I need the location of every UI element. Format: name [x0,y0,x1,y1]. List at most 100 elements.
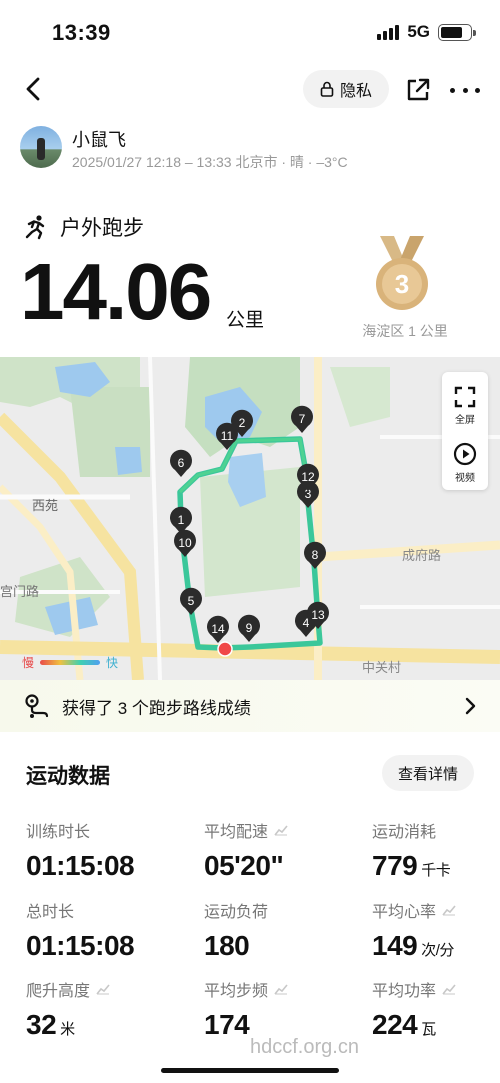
svg-text:6: 6 [178,456,185,470]
trend-chart-icon[interactable] [442,904,456,916]
stat-item: 总时长 01:15:08 [26,898,135,962]
battery-icon [438,23,476,41]
stat-label: 爬升高度 [26,977,110,1001]
view-details-button[interactable]: 查看详情 [382,755,474,791]
status-bar: 13:39 5G [0,0,500,64]
stat-value: 180 [204,930,250,961]
stat-unit: 米 [60,1021,75,1038]
stat-item: 平均步频 174 [204,977,288,1041]
stat-label: 运动负荷 [204,904,269,921]
start-point-marker [217,641,233,657]
svg-text:1: 1 [178,513,185,527]
privacy-label: 隐私 [339,83,372,100]
stat-label: 总时长 [26,904,75,921]
user-name: 小鼠飞 [72,130,126,150]
svg-text:13: 13 [311,608,325,622]
stat-label: 训练时长 [26,824,91,841]
achievement-banner[interactable]: 获得了 3 个跑步路线成绩 [0,680,500,732]
trend-chart-icon[interactable] [274,824,288,836]
running-icon [25,215,45,240]
status-right: 5G [377,22,476,42]
stat-value: 32 米 [26,1009,75,1040]
route-marker-6[interactable]: 6 [170,449,193,477]
stat-unit: 千卡 [421,862,451,879]
fullscreen-icon [454,386,476,408]
svg-text:9: 9 [246,621,253,635]
distance-unit: 公里 [226,310,265,331]
stat-label: 平均心率 [372,898,456,922]
chevron-right-icon [465,697,476,715]
achievement-text: 获得了 3 个跑步路线成绩 [62,698,251,718]
top-nav: 隐私 [0,70,500,110]
stat-value: 01:15:08 [26,850,135,881]
stat-label: 平均功率 [372,977,456,1001]
route-marker-1[interactable]: 1 [170,506,193,534]
legend-fast: 快 [106,656,119,670]
video-button[interactable]: 视频 [442,442,488,484]
trend-chart-icon[interactable] [274,983,288,995]
avatar[interactable] [20,126,62,168]
share-icon[interactable] [404,76,432,104]
route-pin-icon [25,694,49,718]
fullscreen-button[interactable]: 全屏 [442,386,488,426]
stat-value: 01:15:08 [26,930,135,961]
privacy-button[interactable]: 隐私 [303,70,389,108]
stat-label: 平均配速 [204,818,288,842]
svg-text:3: 3 [395,269,409,299]
network-type: 5G [407,22,430,41]
stat-item: 运动负荷 180 [204,898,268,962]
fullscreen-label: 全屏 [455,415,475,426]
watermark: hdccf.org.cn [250,1036,359,1058]
activity-meta: 2025/01/27 12:18 – 13:33 北京市 · 晴 · –3°C [72,154,348,170]
route-layer: 1234567891011121314 [170,405,329,657]
map-controls: 全屏 视频 [442,372,488,490]
video-label: 视频 [455,473,475,484]
play-icon [453,442,477,466]
stat-value: 224 瓦 [372,1009,436,1040]
stat-label: 运动消耗 [372,824,437,841]
status-time: 13:39 [52,20,111,45]
svg-text:5: 5 [188,594,195,608]
route-marker-10[interactable]: 10 [174,529,196,557]
legend-slow: 慢 [22,656,35,670]
svg-text:8: 8 [312,548,319,562]
svg-text:11: 11 [221,429,234,443]
stat-item: 训练时长 01:15:08 [26,818,135,882]
svg-text:7: 7 [299,412,306,426]
svg-text:12: 12 [301,470,315,484]
activity-type: 户外跑步 [22,212,144,242]
more-options-icon[interactable] [450,76,480,104]
user-info: 小鼠飞 2025/01/27 12:18 – 13:33 北京市 · 晴 · –… [20,124,490,174]
home-indicator[interactable] [161,1068,339,1073]
pace-legend: 慢 快 [22,654,118,671]
route-marker-5[interactable]: 5 [180,587,202,615]
stats-title: 运动数据 [26,765,110,788]
svg-text:14: 14 [211,622,225,636]
back-arrow-icon[interactable] [20,74,48,104]
signal-icon [377,24,400,40]
medal-caption: 海淀区 1 公里 [362,323,448,339]
lock-icon [320,81,334,97]
stat-value: 05'20" [204,850,284,881]
route-map[interactable]: 西苑 成府路 宫门路 中关村 1 2 3 4 5 6 7 8 9 10 11 12 13 14 全屏 视频… [0,357,500,680]
medal-icon[interactable]: 3 [372,234,432,314]
stat-unit: 瓦 [421,1021,436,1038]
route-marker-8[interactable]: 8 [304,541,326,569]
trend-chart-icon[interactable] [442,983,456,995]
stat-value: 779 千卡 [372,850,451,881]
legend-gradient [40,660,101,665]
stat-item: 运动消耗 779 千卡 [372,818,451,882]
route-marker-14[interactable]: 14 [207,615,229,643]
route-marker-9[interactable]: 9 [238,614,260,642]
route-marker-7[interactable]: 7 [291,405,314,433]
svg-text:10: 10 [178,536,192,550]
stat-value: 149 次/分 [372,930,454,961]
stat-item: 平均配速 05'20" [204,818,288,882]
stat-item: 平均功率 224 瓦 [372,977,456,1041]
stat-label: 平均步频 [204,977,288,1001]
stat-item: 爬升高度 32 米 [26,977,110,1041]
stat-item: 平均心率 149 次/分 [372,898,456,962]
stat-unit: 次/分 [421,942,454,959]
trend-chart-icon[interactable] [96,983,110,995]
distance-value: 14.06 [20,247,212,336]
